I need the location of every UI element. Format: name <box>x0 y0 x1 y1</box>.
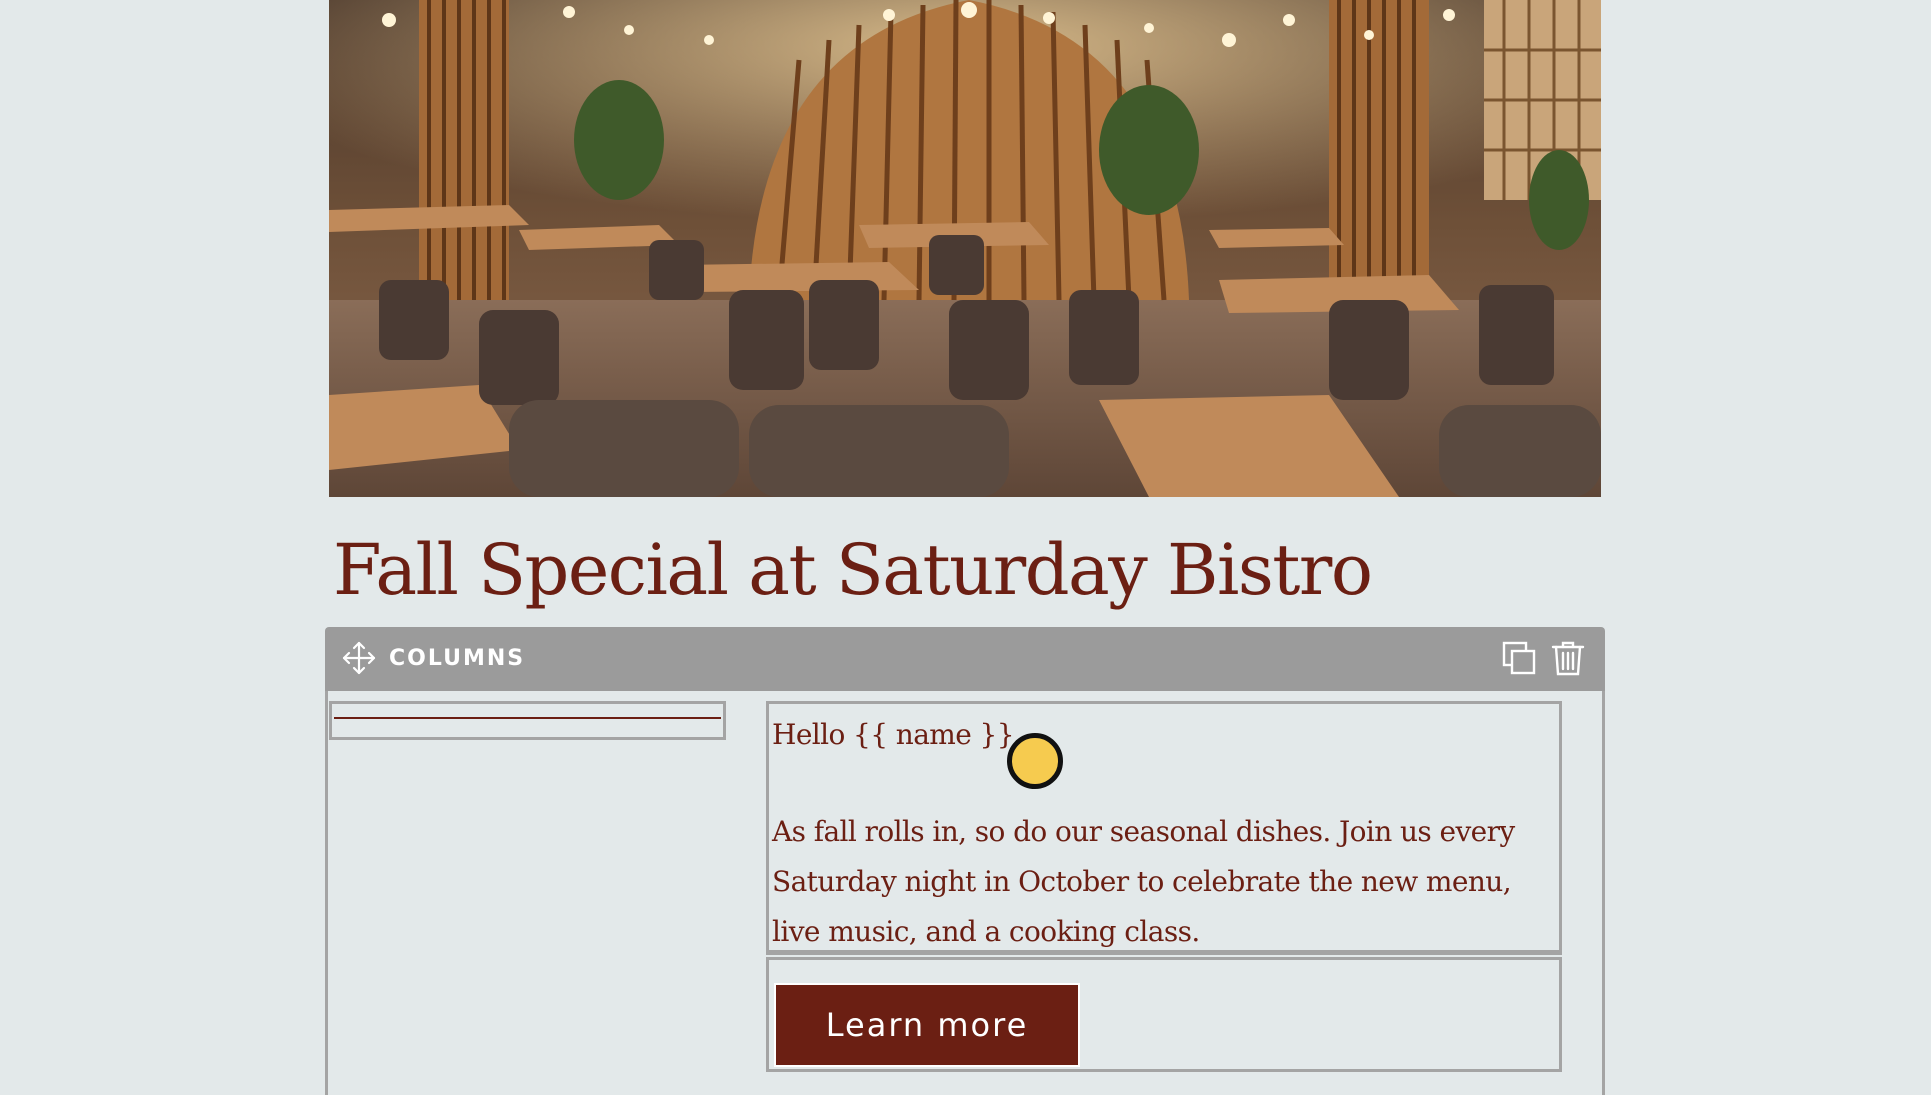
hero-image <box>329 0 1601 497</box>
columns-block-toolbar: COLUMNS <box>325 627 1605 691</box>
trash-icon[interactable] <box>1551 640 1585 676</box>
body-text: As fall rolls in, so do our seasonal dis… <box>772 815 1515 948</box>
cursor-indicator <box>1007 733 1063 789</box>
greeting-text: Hello {{ name }}, <box>772 718 1023 751</box>
button-block[interactable]: Learn more <box>766 957 1562 1072</box>
divider-line <box>334 717 721 719</box>
duplicate-icon[interactable] <box>1501 640 1537 676</box>
divider-block[interactable] <box>329 701 726 740</box>
learn-more-button[interactable]: Learn more <box>774 983 1080 1067</box>
email-title: Fall Special at Saturday Bistro <box>333 529 1373 611</box>
move-icon[interactable] <box>341 640 377 676</box>
restaurant-interior-illustration <box>329 0 1601 497</box>
block-type-label: COLUMNS <box>389 646 526 671</box>
text-block[interactable]: Hello {{ name }}, As fall rolls in, so d… <box>766 701 1562 955</box>
